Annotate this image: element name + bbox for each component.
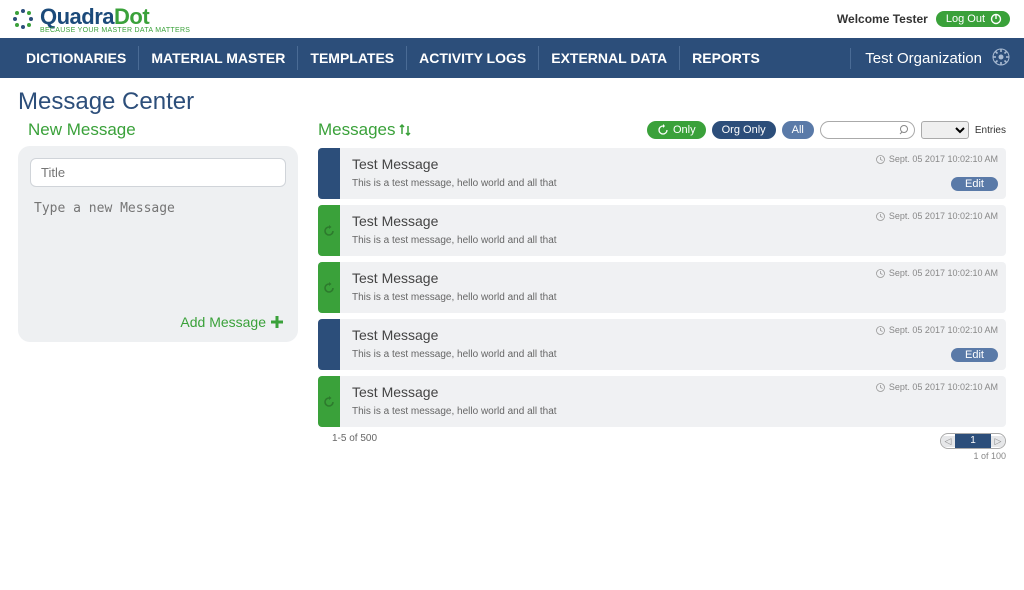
message-stripe <box>318 205 340 256</box>
brand-tagline: BECAUSE YOUR MASTER DATA MATTERS <box>40 27 190 34</box>
message-card[interactable]: Test MessageThis is a test message, hell… <box>318 319 1006 370</box>
nav-item-reports[interactable]: REPORTS <box>680 46 772 70</box>
clock-icon <box>876 212 885 221</box>
message-stripe <box>318 376 340 427</box>
logout-button[interactable]: Log Out <box>936 11 1010 27</box>
sort-icon[interactable] <box>399 123 411 137</box>
welcome-text: Welcome Tester <box>837 12 928 26</box>
pager-prev[interactable]: ◁ <box>941 436 955 447</box>
filter-all[interactable]: All <box>782 121 814 139</box>
page-title: Message Center <box>18 88 1006 116</box>
pager: ◁ 1 ▷ <box>940 433 1006 449</box>
clock-icon <box>876 155 885 164</box>
message-timestamp: Sept. 05 2017 10:02:10 AM <box>876 211 998 221</box>
pagination-range: 1-5 of 500 <box>332 433 377 444</box>
refresh-icon <box>322 395 336 409</box>
refresh-icon <box>322 281 336 295</box>
nav-item-external-data[interactable]: EXTERNAL DATA <box>539 46 680 70</box>
message-text: This is a test message, hello world and … <box>352 178 994 189</box>
message-card[interactable]: Test MessageThis is a test message, hell… <box>318 262 1006 313</box>
nav-item-dictionaries[interactable]: DICTIONARIES <box>14 46 139 70</box>
clock-icon <box>876 269 885 278</box>
new-message-panel: Add Message <box>18 146 298 342</box>
edit-button[interactable]: Edit <box>951 177 998 191</box>
search-icon <box>899 124 910 135</box>
filter-org-only[interactable]: Org Only <box>712 121 776 139</box>
message-card[interactable]: Test MessageThis is a test message, hell… <box>318 376 1006 427</box>
message-card[interactable]: Test MessageThis is a test message, hell… <box>318 148 1006 199</box>
plus-icon <box>270 315 284 329</box>
brand-logo[interactable]: QuadraDot BECAUSE YOUR MASTER DATA MATTE… <box>10 4 190 34</box>
message-timestamp: Sept. 05 2017 10:02:10 AM <box>876 154 998 164</box>
message-timestamp: Sept. 05 2017 10:02:10 AM <box>876 268 998 278</box>
message-body-input[interactable] <box>30 197 286 307</box>
clock-icon <box>876 326 885 335</box>
pager-next[interactable]: ▷ <box>991 436 1005 447</box>
message-stripe <box>318 262 340 313</box>
clock-icon <box>876 383 885 392</box>
message-card[interactable]: Test MessageThis is a test message, hell… <box>318 205 1006 256</box>
message-text: This is a test message, hello world and … <box>352 349 994 360</box>
message-text: This is a test message, hello world and … <box>352 235 994 246</box>
message-title-input[interactable] <box>30 158 286 187</box>
entries-label: Entries <box>975 125 1006 136</box>
message-text: This is a test message, hello world and … <box>352 292 994 303</box>
settings-icon[interactable] <box>992 48 1010 69</box>
entries-select[interactable] <box>921 121 969 139</box>
refresh-icon <box>657 124 669 136</box>
nav-item-material-master[interactable]: MATERIAL MASTER <box>139 46 298 70</box>
message-text: This is a test message, hello world and … <box>352 406 994 417</box>
refresh-icon <box>322 224 336 238</box>
add-message-button[interactable]: Add Message <box>30 310 286 330</box>
message-timestamp: Sept. 05 2017 10:02:10 AM <box>876 325 998 335</box>
filter-only[interactable]: Only <box>647 121 706 139</box>
message-stripe <box>318 148 340 199</box>
nav-item-activity-logs[interactable]: ACTIVITY LOGS <box>407 46 539 70</box>
logo-icon <box>10 6 36 32</box>
message-timestamp: Sept. 05 2017 10:02:10 AM <box>876 382 998 392</box>
message-stripe <box>318 319 340 370</box>
org-name[interactable]: Test Organization <box>865 50 982 67</box>
edit-button[interactable]: Edit <box>951 348 998 362</box>
nav-item-templates[interactable]: TEMPLATES <box>298 46 407 70</box>
pager-total: 1 of 100 <box>940 451 1006 461</box>
messages-heading: Messages <box>318 120 637 140</box>
pager-current: 1 <box>955 434 991 448</box>
new-message-heading: New Message <box>18 120 298 140</box>
